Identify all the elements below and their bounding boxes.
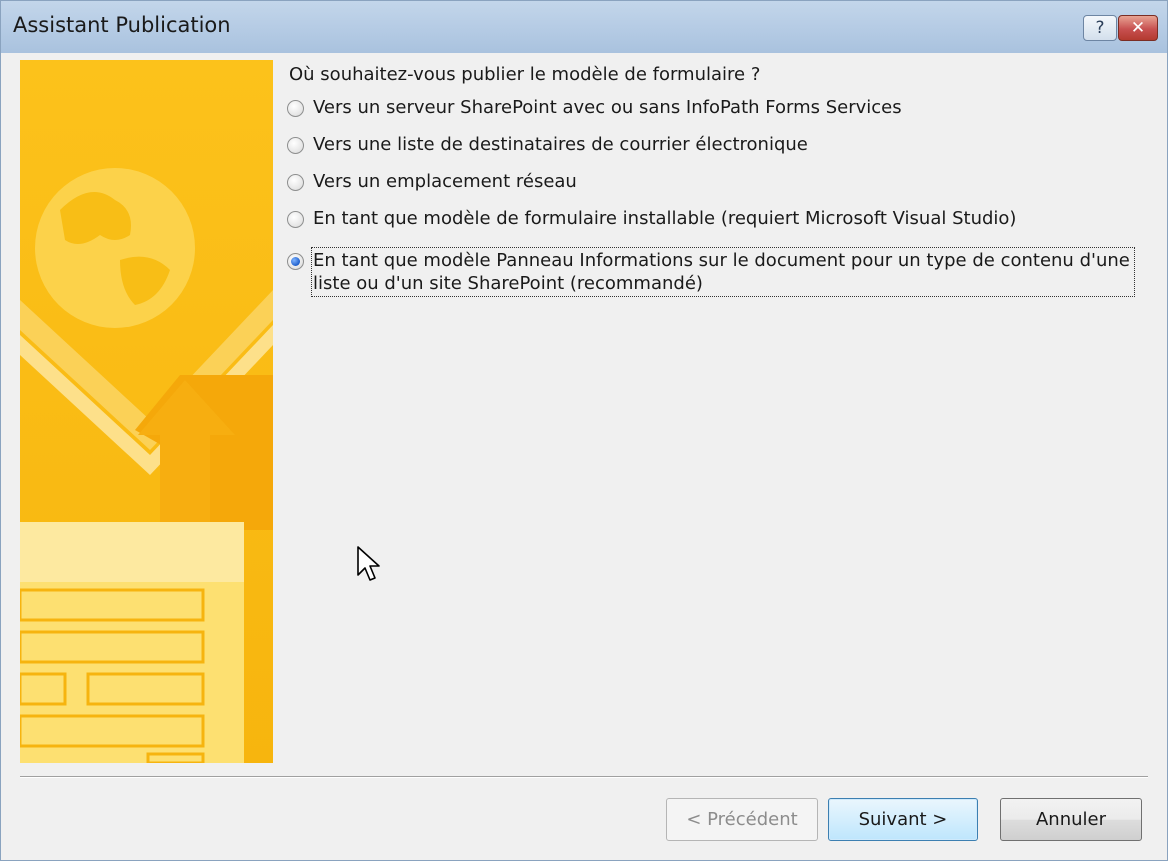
radio-button[interactable] [287, 100, 304, 117]
option-sharepoint-server[interactable]: Vers un serveur SharePoint avec ou sans … [287, 96, 902, 119]
cancel-button[interactable]: Annuler [1000, 798, 1142, 841]
footer-separator [20, 776, 1148, 778]
option-label[interactable]: Vers un emplacement réseau [313, 170, 577, 193]
radio-button-selected[interactable] [287, 253, 304, 270]
next-button[interactable]: Suivant > [828, 798, 978, 841]
radio-button[interactable] [287, 211, 304, 228]
radio-button[interactable] [287, 174, 304, 191]
option-label[interactable]: Vers une liste de destinataires de courr… [313, 133, 808, 156]
option-label[interactable]: En tant que modèle de formulaire install… [313, 207, 1016, 230]
previous-button[interactable]: < Précédent [666, 798, 818, 841]
question-label: Où souhaitez-vous publier le modèle de f… [289, 64, 761, 85]
option-document-information-panel[interactable]: En tant que modèle Panneau Informations … [287, 247, 1135, 297]
option-email-recipients[interactable]: Vers une liste de destinataires de courr… [287, 133, 808, 156]
option-network-location[interactable]: Vers un emplacement réseau [287, 170, 577, 193]
mouse-pointer-icon [357, 546, 380, 581]
radio-button[interactable] [287, 137, 304, 154]
option-label[interactable]: Vers un serveur SharePoint avec ou sans … [313, 96, 902, 119]
wizard-content: Où souhaitez-vous publier le modèle de f… [0, 0, 1168, 861]
option-installable-template[interactable]: En tant que modèle de formulaire install… [287, 207, 1016, 230]
option-label[interactable]: En tant que modèle Panneau Informations … [311, 247, 1135, 297]
